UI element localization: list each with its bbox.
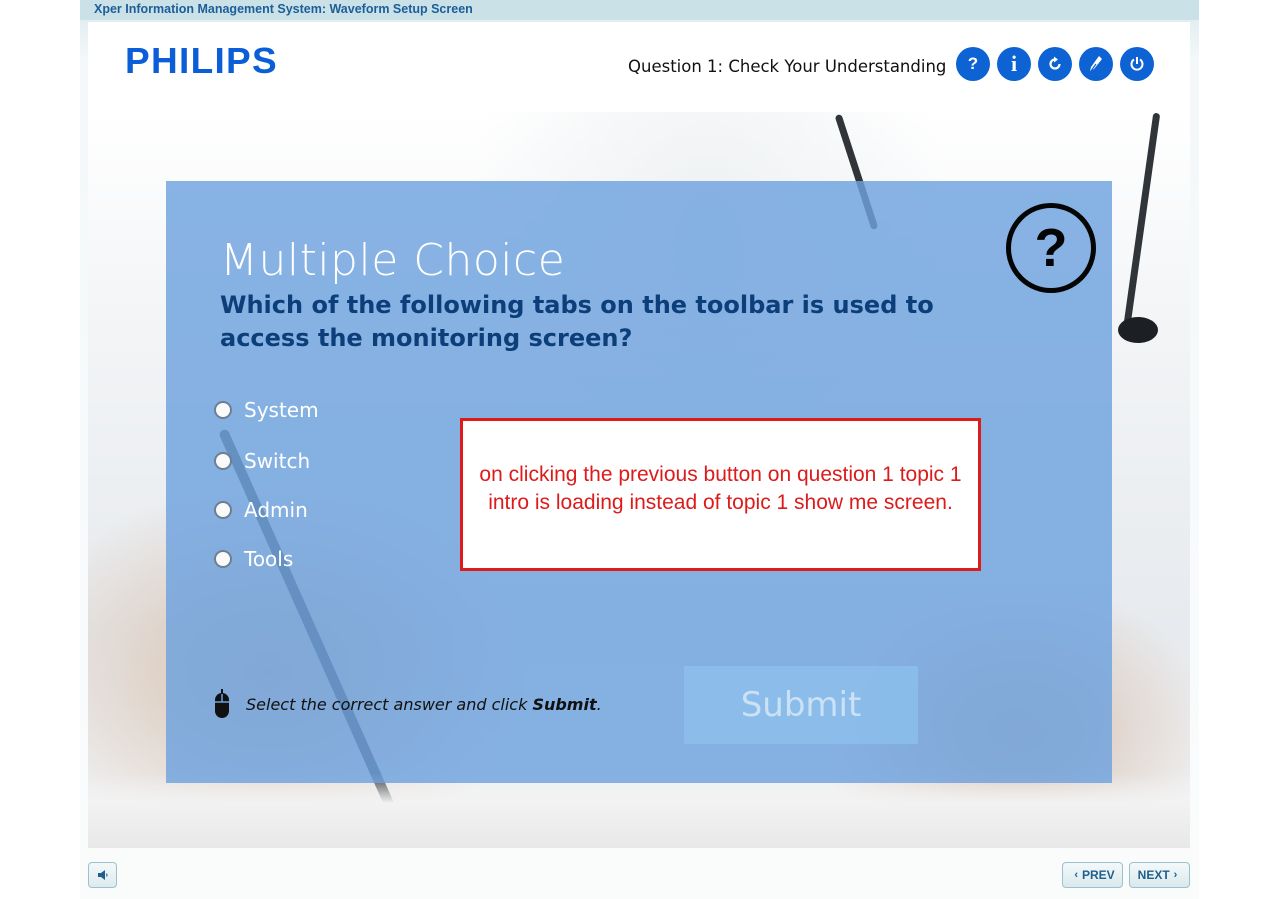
question-icon: ?	[967, 54, 979, 73]
choice-label: Switch	[244, 449, 311, 473]
choice-system[interactable]: System	[214, 398, 319, 422]
choice-admin[interactable]: Admin	[214, 498, 308, 522]
info-icon: i	[1010, 51, 1018, 76]
chevron-left-icon: ‹	[1074, 869, 1078, 881]
header-bar: PHILIPS Question 1: Check Your Understan…	[88, 22, 1190, 112]
prev-label: PREV	[1081, 868, 1115, 882]
instruction-submit-word: Submit	[532, 694, 597, 714]
exit-button[interactable]	[1120, 47, 1154, 81]
stethoscope-bell	[1118, 317, 1158, 343]
radio-button[interactable]	[214, 401, 232, 419]
annotation-text: on clicking the previous button on quest…	[479, 463, 962, 514]
speaker-icon	[97, 870, 107, 880]
choice-label: System	[244, 398, 319, 422]
resources-button[interactable]	[1079, 47, 1113, 81]
mouse-icon	[215, 689, 229, 718]
submit-button[interactable]: Submit	[684, 666, 918, 744]
prev-button[interactable]: ‹ PREV	[1062, 862, 1123, 888]
question-label: Question 1: Check Your Understanding	[628, 57, 947, 76]
window-title: Xper Information Management System: Wave…	[94, 2, 473, 16]
annotation-note: on clicking the previous button on quest…	[460, 418, 981, 571]
choice-label: Admin	[244, 498, 308, 522]
next-button[interactable]: NEXT ›	[1129, 862, 1190, 888]
choice-switch[interactable]: Switch	[214, 449, 310, 473]
replay-button[interactable]	[1038, 47, 1072, 81]
pen-icon	[1090, 56, 1102, 72]
info-button[interactable]: i	[997, 47, 1031, 81]
power-icon	[1130, 57, 1144, 71]
radio-button[interactable]	[214, 501, 232, 519]
paper-sheet	[88, 773, 1190, 848]
choice-label: Tools	[244, 547, 294, 571]
next-label: NEXT	[1137, 868, 1170, 882]
choice-tools[interactable]: Tools	[214, 547, 293, 571]
radio-button[interactable]	[214, 550, 232, 568]
radio-button[interactable]	[214, 452, 232, 470]
question-text: Which of the following tabs on the toolb…	[220, 291, 934, 352]
quiz-type-title: Multiple Choice	[220, 235, 566, 286]
chevron-right-icon: ›	[1173, 869, 1178, 881]
stethoscope-tube	[1122, 112, 1161, 332]
replay-icon	[1049, 56, 1061, 70]
audio-button[interactable]	[88, 862, 117, 888]
question-mark-icon: ?	[1006, 203, 1096, 293]
help-button[interactable]: ?	[956, 47, 990, 81]
instruction: Select the correct answer and click Subm…	[214, 689, 602, 719]
philips-logo: PHILIPS	[125, 40, 279, 81]
instruction-text: Select the correct answer and click Subm…	[246, 694, 602, 714]
